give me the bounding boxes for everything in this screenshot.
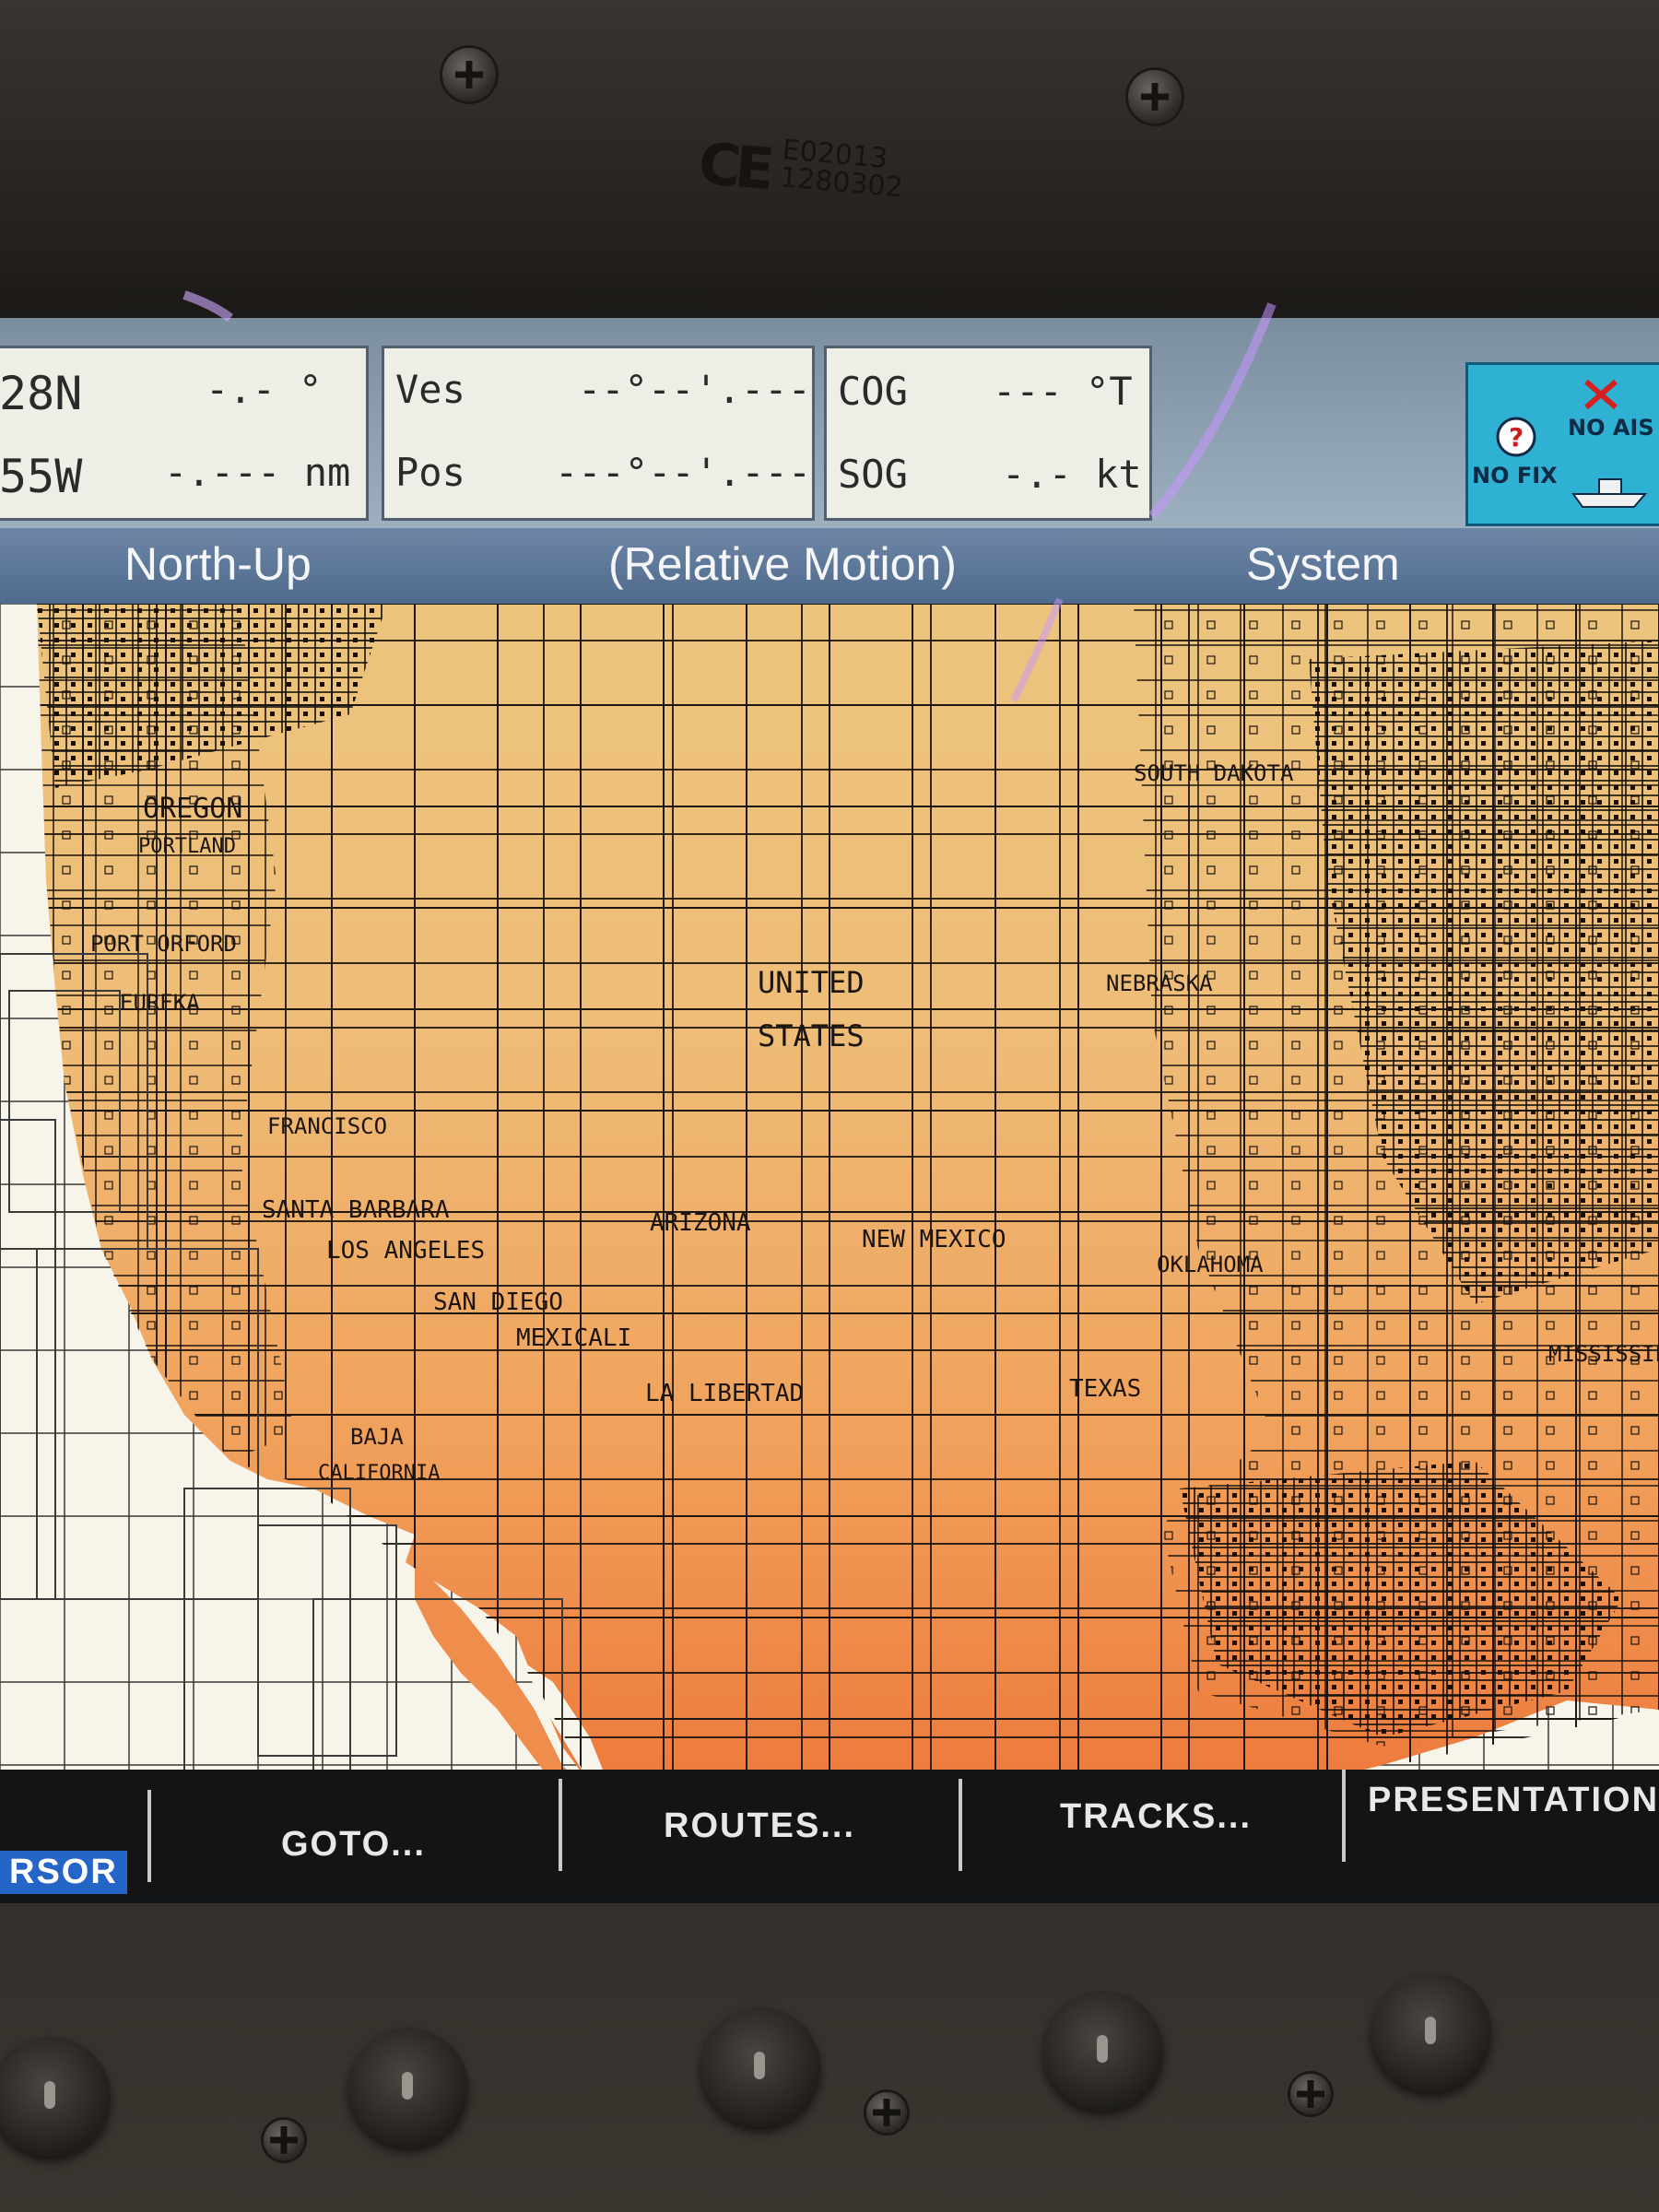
cursor-longitude: 55W <box>0 450 83 503</box>
label-san-francisco: FRANCISCO <box>267 1113 387 1139</box>
softkey-tracks[interactable]: TRACKS... <box>1060 1797 1252 1837</box>
softkey-cursor[interactable]: RSOR <box>0 1851 127 1894</box>
label-port-orford: PORT ORFORD <box>90 931 237 957</box>
label-california: CALIFORNIA <box>318 1462 440 1485</box>
chartplotter-screen: 28N 55W -.- ° -.--- nm Ves Pos --°--'.--… <box>0 318 1659 1903</box>
softkey-divider <box>959 1779 962 1871</box>
cursor-latitude: 28N <box>0 367 83 420</box>
svg-text:?: ? <box>1509 422 1524 453</box>
label-san-diego: SAN DIEGO <box>433 1288 563 1316</box>
gps-ais-status-box[interactable]: ? NO AIS NO FIX <box>1465 362 1659 526</box>
no-ais-cross-icon <box>1584 379 1618 410</box>
hardware-key-4[interactable] <box>1043 1991 1163 2111</box>
vessel-latitude: --°--'.--- <box>578 367 811 412</box>
label-nebraska: NEBRASKA <box>1106 971 1213 996</box>
label-mississippi: MISSISSIPPI <box>1548 1341 1659 1367</box>
softkey-divider <box>559 1779 562 1871</box>
cursor-bearing: -.- ° <box>206 367 323 412</box>
hardware-key-5[interactable] <box>1371 1972 1491 2092</box>
softkey-divider <box>1342 1770 1346 1862</box>
vessel-icon <box>1571 478 1648 508</box>
label-la-libertad: LA LIBERTAD <box>645 1380 804 1407</box>
cog-label: COG <box>838 369 908 414</box>
ce-logo: CE <box>696 129 772 203</box>
softkey-routes[interactable]: ROUTES... <box>664 1806 855 1846</box>
motion-mode[interactable]: (Relative Motion) <box>608 537 957 591</box>
label-eureka: EUREKA <box>120 990 200 1016</box>
hardware-key-3[interactable] <box>700 2007 820 2127</box>
label-portland: PORTLAND <box>138 835 236 858</box>
screw-icon <box>866 2092 907 2133</box>
label-texas: TEXAS <box>1069 1375 1141 1403</box>
label-states: STATES <box>758 1018 865 1053</box>
label-united: UNITED <box>758 965 865 1000</box>
softkey-divider <box>147 1790 151 1882</box>
label-baja: BAJA <box>350 1424 404 1450</box>
position-label: Pos <box>395 450 465 495</box>
no-fix-label: NO FIX <box>1472 463 1558 488</box>
gps-question-icon: ? <box>1496 417 1536 457</box>
label-south-dakota: SOUTH DAKOTA <box>1134 760 1294 786</box>
orientation-mode[interactable]: North-Up <box>124 537 312 591</box>
chart-title-bar: North-Up (Relative Motion) System <box>0 528 1659 604</box>
no-ais-label: NO AIS <box>1568 415 1654 441</box>
label-oklahoma: OKLAHOMA <box>1157 1252 1264 1277</box>
label-mexicali: MEXICALI <box>516 1324 631 1352</box>
softkey-goto[interactable]: GOTO... <box>281 1825 426 1865</box>
course-panel: COG SOG --- °T -.- kt <box>824 346 1152 521</box>
chart-mode[interactable]: System <box>1246 537 1400 591</box>
vessel-label: Ves <box>395 367 465 412</box>
cog-value: --- °T <box>993 369 1133 414</box>
cursor-range: -.--- nm <box>164 450 351 495</box>
chart-map[interactable]: OREGON PORTLAND PORT ORFORD EUREKA UNITE… <box>0 604 1659 1783</box>
screw-icon <box>264 2120 304 2160</box>
label-los-angeles: LOS ANGELES <box>326 1237 485 1265</box>
label-santa-barbara: SANTA BARBARA <box>262 1196 450 1224</box>
screw-icon <box>1128 70 1182 124</box>
cursor-position-panel: 28N 55W -.- ° -.--- nm <box>0 346 369 521</box>
softkey-bar: RSOR GOTO... ROUTES... TRACKS... PRESENT… <box>0 1770 1659 1899</box>
hardware-key-2[interactable] <box>348 2028 468 2147</box>
label-oregon: OREGON <box>143 793 242 825</box>
label-new-mexico: NEW MEXICO <box>862 1226 1006 1253</box>
screw-icon <box>1290 2074 1331 2114</box>
softkey-presentation[interactable]: PRESENTATION <box>1368 1781 1659 1820</box>
vessel-longitude: ---°--'.--- <box>555 450 812 495</box>
sog-label: SOG <box>838 452 908 497</box>
vessel-position-panel: Ves Pos --°--'.--- ---°--'.--- <box>382 346 815 521</box>
screw-icon <box>442 48 496 101</box>
sog-value: -.- kt <box>1002 452 1142 497</box>
label-arizona: ARIZONA <box>650 1209 751 1237</box>
data-bar: 28N 55W -.- ° -.--- nm Ves Pos --°--'.--… <box>0 318 1659 530</box>
